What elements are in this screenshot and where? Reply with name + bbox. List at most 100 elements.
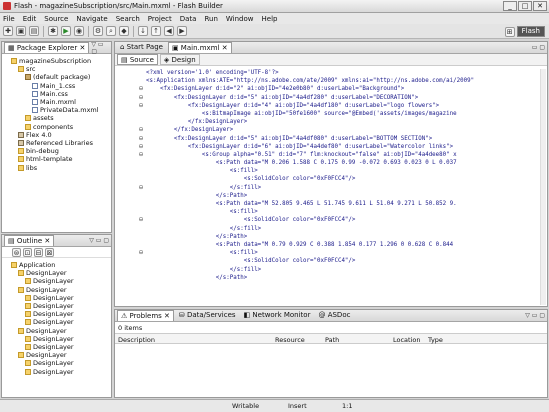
- print-icon[interactable]: ▤: [29, 26, 39, 36]
- editor-window-icon[interactable]: ▭ ▢: [532, 44, 545, 51]
- outline-item[interactable]: DesignLayer: [4, 310, 110, 318]
- code-line[interactable]: <fx:DesignLayer d:id="5" ai:objID="4a4df…: [146, 135, 543, 143]
- debug-icon[interactable]: ✱: [48, 26, 58, 36]
- package-tree-item[interactable]: html-template: [4, 155, 110, 163]
- outline-item[interactable]: DesignLayer: [4, 286, 110, 294]
- menu-edit[interactable]: Edit: [23, 15, 37, 23]
- run-icon[interactable]: ▶: [61, 26, 71, 36]
- outline-item[interactable]: DesignLayer: [4, 335, 110, 343]
- fold-marker-icon[interactable]: ⊖: [137, 135, 145, 143]
- forward-icon[interactable]: ▶: [177, 26, 187, 36]
- tab-package-explorer[interactable]: ▦ Package Explorer ✕: [4, 42, 90, 53]
- col-path[interactable]: Path: [325, 336, 339, 344]
- package-tree-item[interactable]: src: [4, 65, 110, 73]
- fold-marker-icon[interactable]: ⊖: [137, 85, 145, 93]
- outline-item[interactable]: DesignLayer: [4, 302, 110, 310]
- package-tree-item[interactable]: Referenced Libraries: [4, 139, 110, 147]
- fold-marker-icon[interactable]: ⊖: [137, 102, 145, 110]
- perspective-flash-button[interactable]: Flash: [516, 26, 545, 37]
- col-description[interactable]: Description: [118, 336, 155, 344]
- package-tree-item[interactable]: libs: [4, 163, 110, 172]
- fold-marker-icon[interactable]: ⊖: [137, 94, 145, 102]
- tab-start-page[interactable]: ⌂ Start Page: [117, 42, 166, 53]
- menu-run[interactable]: Run: [204, 15, 217, 23]
- col-resource[interactable]: Resource: [275, 336, 305, 344]
- minimize-button[interactable]: _: [503, 1, 517, 11]
- link-icon[interactable]: ⊟: [34, 247, 43, 257]
- code-line[interactable]: <s:SolidColor color="0xF0FCC4"/>: [146, 257, 543, 265]
- outline-item[interactable]: DesignLayer: [4, 351, 110, 359]
- package-tree-item[interactable]: assets: [4, 114, 110, 122]
- outline-item[interactable]: DesignLayer: [4, 269, 110, 277]
- next-annotation-icon[interactable]: ↑: [151, 26, 161, 36]
- editor-scrollbar[interactable]: [540, 69, 546, 305]
- outline-item[interactable]: DesignLayer: [4, 367, 110, 376]
- package-tree-item[interactable]: (default package): [4, 73, 110, 81]
- close-button[interactable]: ✕: [533, 1, 547, 11]
- package-tree-item[interactable]: Main.mxml: [4, 98, 110, 106]
- code-line[interactable]: <s:Path data="M 52.805 9.465 L 51.745 9.…: [146, 200, 543, 208]
- code-line[interactable]: <s:Path data="M 0.206 1.588 C 0.175 0.99…: [146, 159, 543, 167]
- tab-main-mxml[interactable]: ▣ Main.mxml ✕: [167, 42, 232, 53]
- fold-marker-icon[interactable]: ⊖: [137, 216, 145, 224]
- col-type[interactable]: Type: [428, 336, 443, 344]
- outline-item[interactable]: Application: [4, 261, 110, 269]
- menu-help[interactable]: Help: [262, 15, 278, 23]
- code-line[interactable]: <s:SolidColor color="0xF0FCC4"/>: [146, 175, 543, 183]
- code-line[interactable]: </fx:DesignLayer>: [146, 118, 543, 126]
- collapse-icon[interactable]: ⊠: [45, 247, 54, 257]
- code-line[interactable]: <fx:DesignLayer d:id="5" ai:objID="4a4df…: [146, 94, 543, 102]
- back-icon[interactable]: ◀: [164, 26, 174, 36]
- code-area[interactable]: <?xml version='1.0' encoding='UTF-8'?> <s…: [146, 69, 543, 305]
- outline-item[interactable]: DesignLayer: [4, 294, 110, 302]
- code-line[interactable]: </s:Path>: [146, 192, 543, 200]
- outline-item[interactable]: DesignLayer: [4, 327, 110, 335]
- package-tree-item[interactable]: components: [4, 123, 110, 131]
- outline-item[interactable]: DesignLayer: [4, 343, 110, 351]
- prev-annotation-icon[interactable]: ↓: [138, 26, 148, 36]
- view-menu-icon[interactable]: ▽ ▭ ▢: [91, 41, 109, 55]
- search-icon[interactable]: ⌕: [106, 26, 116, 36]
- package-tree-item[interactable]: bin-debug: [4, 147, 110, 155]
- menu-data[interactable]: Data: [180, 15, 197, 23]
- package-tree-item[interactable]: PrivateData.mxml: [4, 106, 110, 114]
- code-line[interactable]: </s:fill>: [146, 184, 543, 192]
- code-line[interactable]: <s:fill>: [146, 167, 543, 175]
- menu-source[interactable]: Source: [44, 15, 68, 23]
- menu-search[interactable]: Search: [116, 15, 140, 23]
- code-line[interactable]: </s:fill>: [146, 266, 543, 274]
- code-line[interactable]: <s:Group alpha="0.51" d:id="7" flm:knock…: [146, 151, 543, 159]
- menu-window[interactable]: Window: [226, 15, 254, 23]
- code-line[interactable]: </s:Path>: [146, 233, 543, 241]
- tab-asdoc[interactable]: @ ASDoc: [315, 310, 353, 321]
- fold-marker-icon[interactable]: ⊖: [137, 249, 145, 257]
- col-location[interactable]: Location: [393, 336, 421, 344]
- code-line[interactable]: <fx:DesignLayer d:id="2" ai:objID="4e2e0…: [146, 85, 543, 93]
- outline-item[interactable]: DesignLayer: [4, 359, 110, 367]
- code-line[interactable]: <?xml version='1.0' encoding='UTF-8'?>: [146, 69, 543, 77]
- menu-navigate[interactable]: Navigate: [76, 15, 107, 23]
- code-line[interactable]: </fx:DesignLayer>: [146, 126, 543, 134]
- code-line[interactable]: <s:Application xmlns:ATE="http://ns.adob…: [146, 77, 543, 85]
- menu-project[interactable]: Project: [148, 15, 172, 23]
- outline-item[interactable]: DesignLayer: [4, 277, 110, 285]
- sort-icon[interactable]: ⊜: [12, 247, 21, 257]
- code-line[interactable]: </s:Path>: [146, 274, 543, 282]
- problems-view-menu-icon[interactable]: ▽ ▭ ▢: [525, 312, 545, 319]
- package-tree-item[interactable]: magazineSubscription: [4, 57, 110, 65]
- code-line[interactable]: <fx:DesignLayer d:id="4" ai:objID="4a4df…: [146, 102, 543, 110]
- design-mode-button[interactable]: ◈ Design: [159, 54, 200, 65]
- tab-outline[interactable]: ▤ Outline ✕: [4, 235, 55, 246]
- fold-marker-icon[interactable]: ⊖: [137, 151, 145, 159]
- code-line[interactable]: <s:fill>: [146, 208, 543, 216]
- new-icon[interactable]: ✚: [3, 26, 13, 36]
- tab-data-services[interactable]: ⛁ Data/Services: [176, 310, 239, 321]
- package-tree-item[interactable]: Main_1.css: [4, 82, 110, 90]
- code-line[interactable]: <fx:DesignLayer d:id="6" ai:objID="4a4de…: [146, 143, 543, 151]
- package-tree-item[interactable]: Flex 4.0: [4, 131, 110, 139]
- open-perspective-icon[interactable]: ⊞: [504, 26, 515, 37]
- code-line[interactable]: <s:SolidColor color="0xF0FCC4"/>: [146, 216, 543, 224]
- maximize-button[interactable]: □: [518, 1, 532, 11]
- fold-marker-icon[interactable]: ⊖: [137, 184, 145, 192]
- tab-problems[interactable]: ⚠ Problems ✕: [117, 310, 174, 321]
